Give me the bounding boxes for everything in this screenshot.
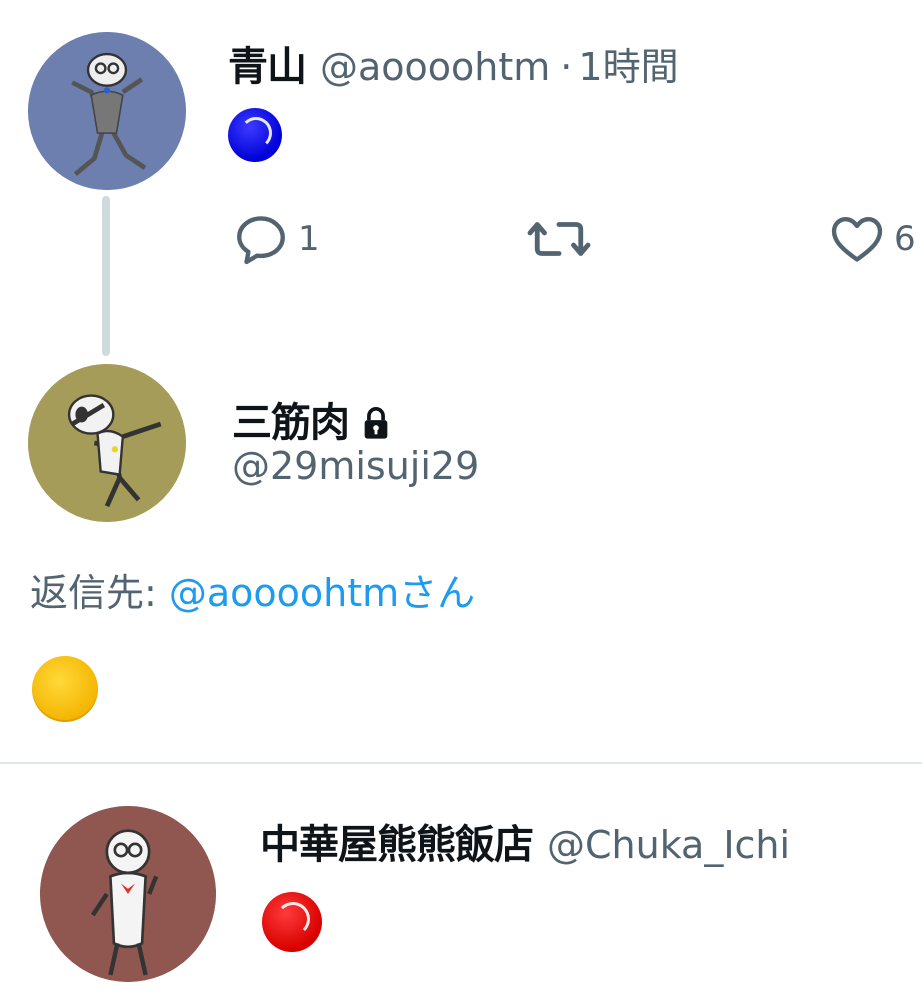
retweet-icon: [527, 222, 591, 256]
reply-count: 1: [298, 219, 320, 259]
yellow-circle-icon: [32, 656, 98, 722]
display-name[interactable]: 青山: [228, 34, 307, 92]
tweet-header: 青山 @aoooohtm · 1時間: [228, 34, 679, 92]
lock-icon: [361, 406, 391, 440]
avatar-aoyama[interactable]: [28, 32, 186, 190]
like-count: 6: [894, 219, 916, 259]
character-illustration-icon: [40, 806, 216, 982]
display-name[interactable]: 中華屋熊熊飯店: [260, 812, 534, 870]
timeline: 青山 @aoooohtm · 1時間 1 6 三筋肉 @29misuji29 返…: [0, 0, 922, 994]
retweet-button[interactable]: [524, 210, 600, 268]
reply-to-link[interactable]: @aoooohtmさん: [169, 571, 475, 615]
blue-circle-icon: [228, 108, 282, 162]
avatar-misuji[interactable]: [28, 364, 186, 522]
display-name[interactable]: 三筋肉: [232, 390, 350, 448]
red-circle-icon: [262, 892, 322, 952]
character-illustration-icon: [28, 364, 186, 522]
reply-icon: [237, 216, 285, 265]
user-handle[interactable]: @Chuka_Ichi: [547, 823, 790, 867]
tweet-header: 三筋肉: [232, 390, 391, 448]
tweet-divider: [0, 762, 922, 764]
separator-dot: ·: [560, 45, 573, 89]
like-button[interactable]: 6: [826, 210, 916, 268]
avatar-chuka[interactable]: [40, 806, 216, 982]
heart-icon: [831, 217, 883, 262]
reply-button[interactable]: 1: [230, 210, 320, 268]
tweet-actions: 1 6: [228, 210, 922, 270]
tweet-header: 中華屋熊熊飯店 @Chuka_Ichi: [260, 812, 790, 870]
timestamp[interactable]: 1時間: [578, 36, 678, 91]
handle-row: @29misuji29: [232, 444, 479, 488]
replying-to: 返信先: @aoooohtmさん: [30, 562, 475, 617]
character-illustration-icon: [28, 32, 186, 190]
user-handle[interactable]: @29misuji29: [232, 444, 479, 488]
reply-prefix: 返信先:: [30, 571, 169, 615]
thread-connector-line: [102, 196, 110, 356]
user-handle[interactable]: @aoooohtm: [320, 45, 550, 89]
